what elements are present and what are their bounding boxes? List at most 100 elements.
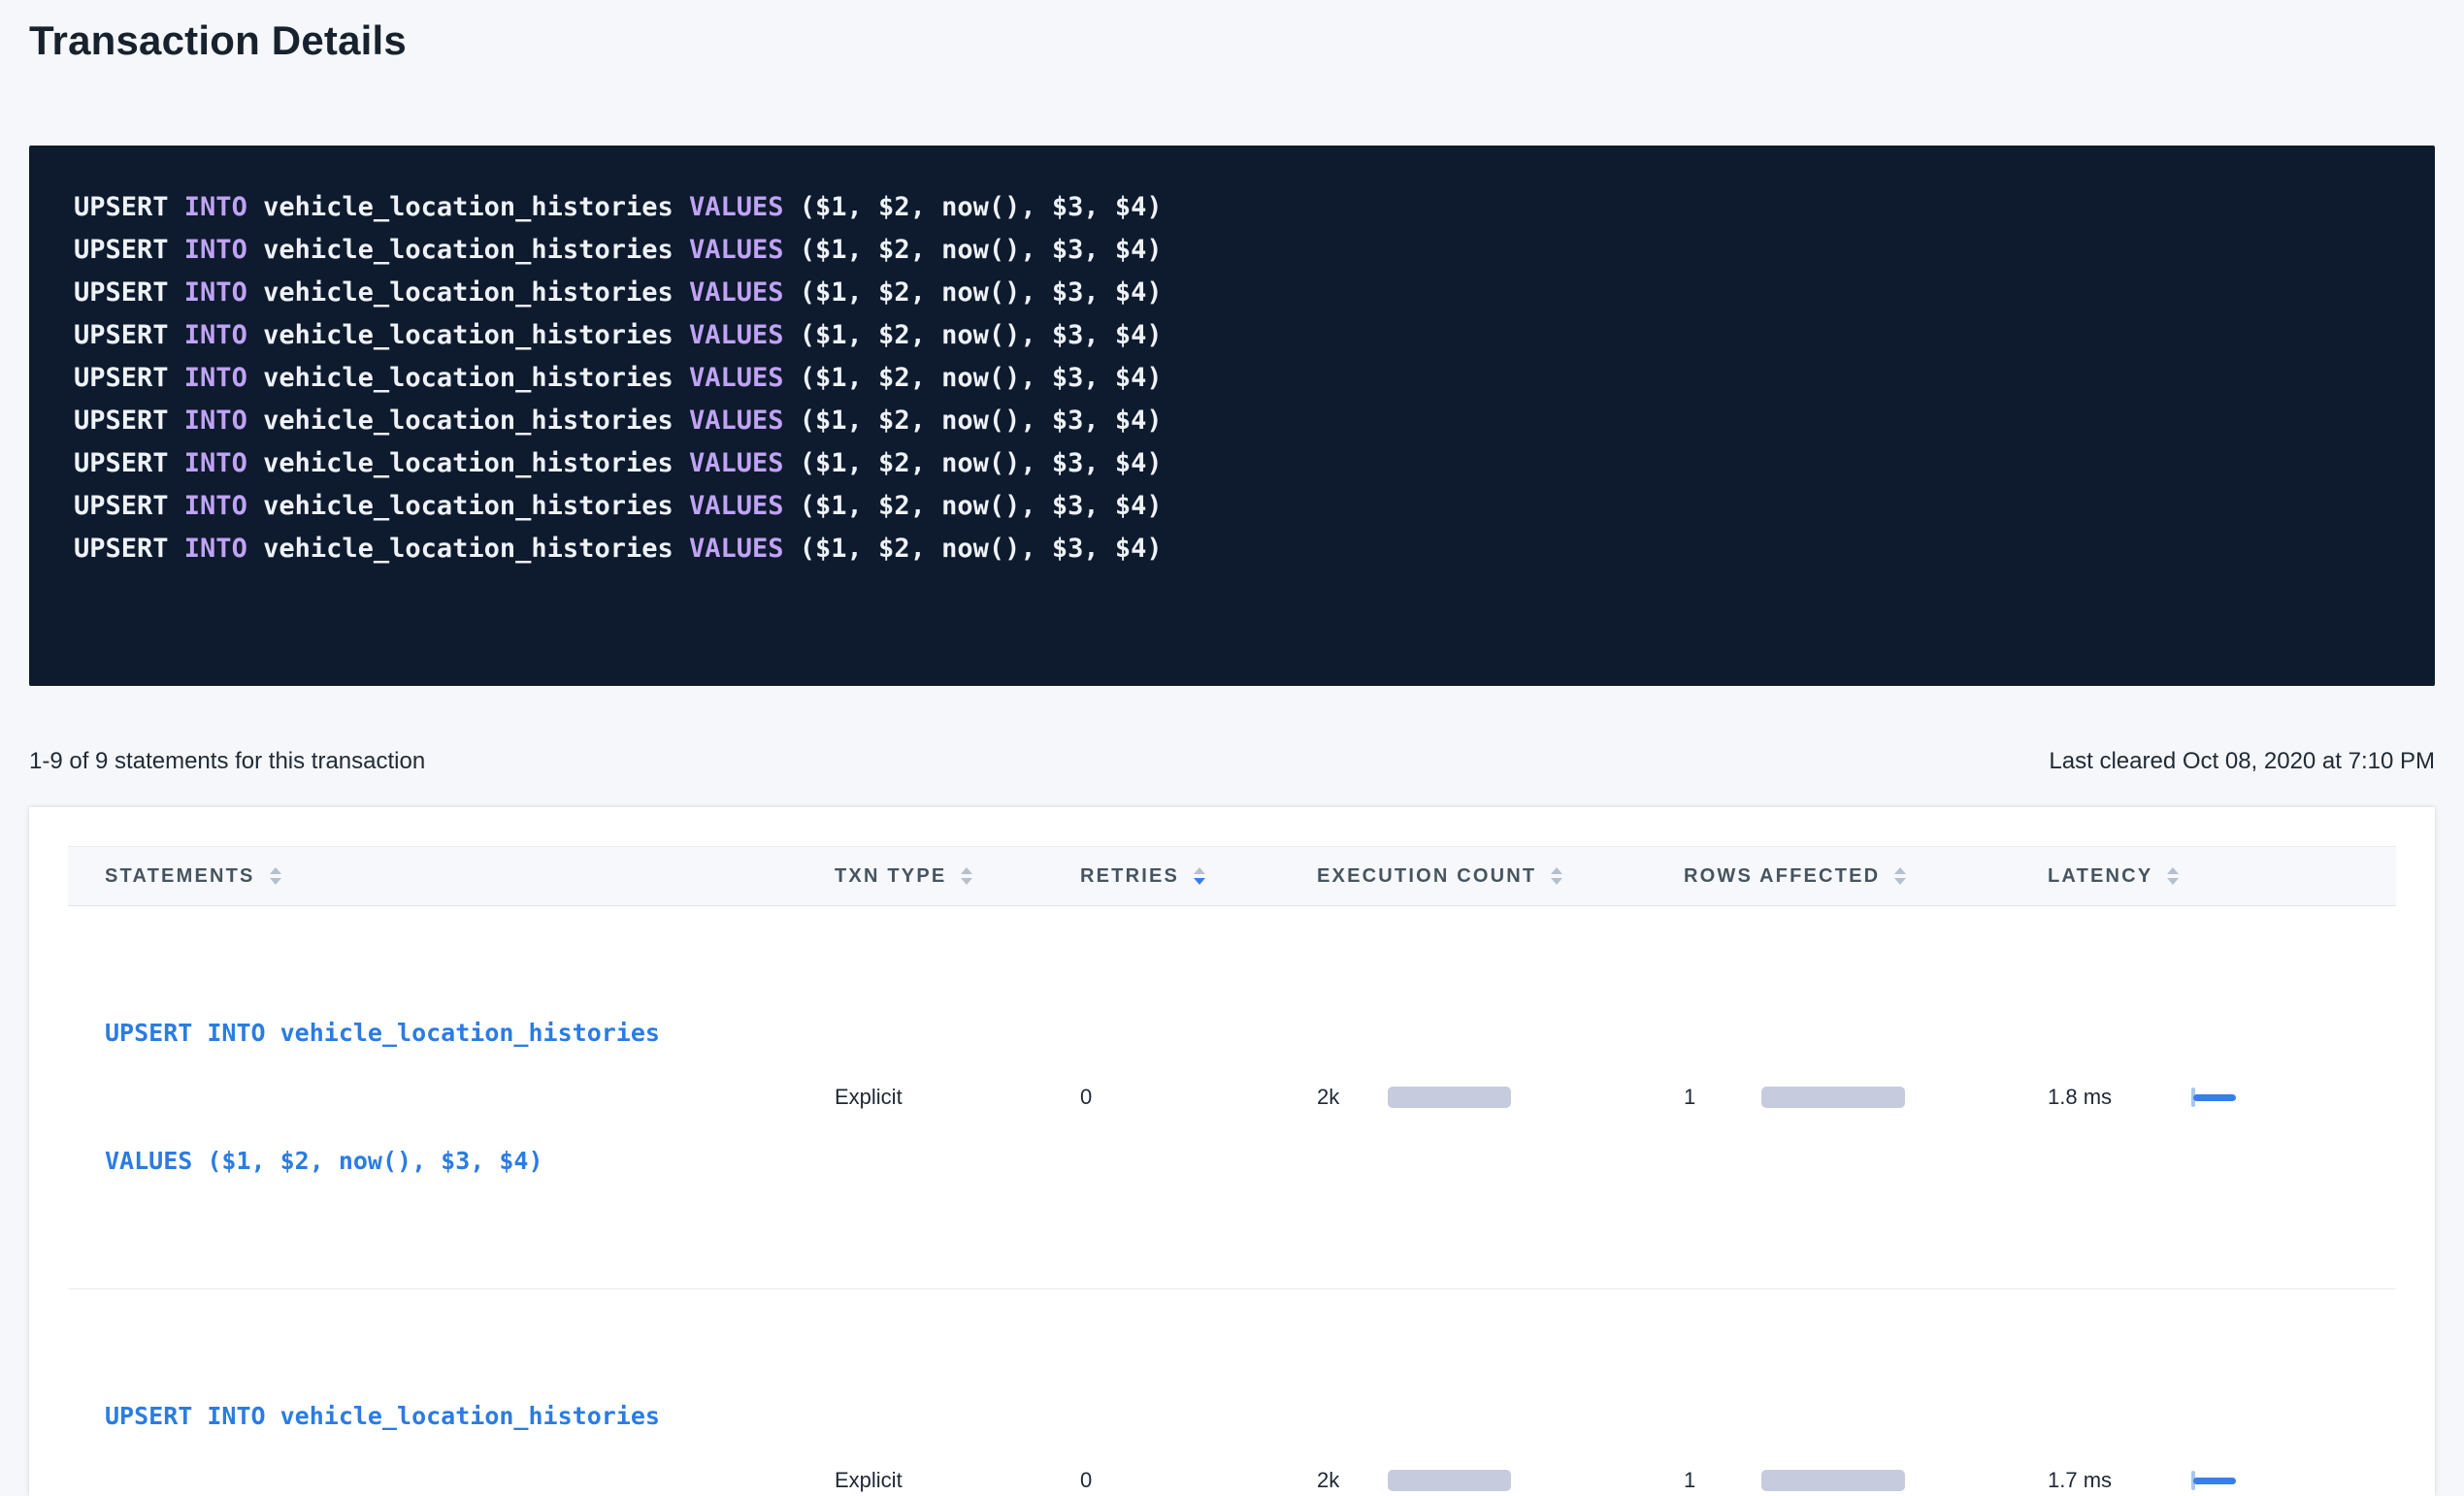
sort-arrows-icon[interactable] <box>1194 867 1205 885</box>
column-header[interactable]: EXECUTION COUNT <box>1317 865 1684 888</box>
txn-type-cell: Explicit <box>835 1085 1080 1110</box>
statement-link-line1: UPSERT INTO vehicle_location_histories <box>105 1012 835 1055</box>
table-row: UPSERT INTO vehicle_location_histories V… <box>68 1289 2396 1496</box>
retries-cell: 0 <box>1080 1468 1317 1493</box>
sql-keyword-upsert: UPSERT <box>74 192 184 222</box>
sql-keyword-values: VALUES <box>689 534 800 564</box>
sql-statement-line: UPSERT INTO vehicle_location_histories V… <box>74 229 2390 272</box>
column-header[interactable]: ROWS AFFECTED <box>1684 865 2048 888</box>
rows-affected-cell: 1 <box>1684 1468 2048 1493</box>
sql-keyword-into: INTO <box>184 363 263 393</box>
sql-params: ($1, $2, now(), $3, $4) <box>800 277 1163 308</box>
statements-table-card: STATEMENTS TXN TYPE RETRIES EXECUTI <box>29 807 2435 1496</box>
sql-keyword-into: INTO <box>184 534 263 564</box>
column-header-label: LATENCY <box>2048 865 2152 888</box>
rows-affected-bar <box>1761 1087 1905 1108</box>
sort-arrows-icon[interactable] <box>2167 867 2179 885</box>
sql-table-name: vehicle_location_histories <box>263 277 689 308</box>
sql-statement-line: UPSERT INTO vehicle_location_histories V… <box>74 400 2390 442</box>
latency-cell: 1.8 ms <box>2048 1085 2396 1110</box>
sql-keyword-values: VALUES <box>689 363 800 393</box>
column-header-label: RETRIES <box>1080 865 1179 888</box>
sql-keyword-upsert: UPSERT <box>74 235 184 265</box>
sql-statement-line: UPSERT INTO vehicle_location_histories V… <box>74 186 2390 229</box>
sql-keyword-values: VALUES <box>689 277 800 308</box>
sort-arrows-icon[interactable] <box>1894 867 1906 885</box>
sql-params: ($1, $2, now(), $3, $4) <box>800 491 1163 521</box>
sort-asc-icon <box>270 867 281 874</box>
page-title: Transaction Details <box>29 16 2435 66</box>
statement-link[interactable]: UPSERT INTO vehicle_location_histories V… <box>105 1310 835 1496</box>
transaction-details-page: Transaction Details UPSERT INTO vehicle_… <box>0 0 2464 1496</box>
sql-params: ($1, $2, now(), $3, $4) <box>800 363 1163 393</box>
statement-link[interactable]: UPSERT INTO vehicle_location_histories V… <box>105 927 835 1268</box>
statements-count-text: 1-9 of 9 statements for this transaction <box>29 748 425 775</box>
statement-link-line1: UPSERT INTO vehicle_location_histories <box>105 1395 835 1438</box>
summary-row: 1-9 of 9 statements for this transaction… <box>29 748 2435 775</box>
statements-table: UPSERT INTO vehicle_location_histories V… <box>68 906 2396 1496</box>
sql-params: ($1, $2, now(), $3, $4) <box>800 534 1163 564</box>
sql-keyword-into: INTO <box>184 320 263 350</box>
sql-params: ($1, $2, now(), $3, $4) <box>800 192 1163 222</box>
sql-table-name: vehicle_location_histories <box>263 363 689 393</box>
sql-table-name: vehicle_location_histories <box>263 491 689 521</box>
sort-desc-icon <box>1894 878 1906 885</box>
statement-cell: UPSERT INTO vehicle_location_histories V… <box>105 927 835 1268</box>
execution-count-bar <box>1388 1470 1511 1491</box>
sort-arrows-icon[interactable] <box>270 867 281 885</box>
latency-value: 1.8 ms <box>2048 1085 2191 1110</box>
column-header[interactable]: LATENCY <box>2048 865 2396 888</box>
execution-count-bar <box>1388 1087 1511 1108</box>
sql-statement-line: UPSERT INTO vehicle_location_histories V… <box>74 485 2390 528</box>
rows-affected-value: 1 <box>1684 1468 1761 1493</box>
execution-count-cell: 2k <box>1317 1468 1684 1493</box>
sql-statement-line: UPSERT INTO vehicle_location_histories V… <box>74 442 2390 485</box>
column-header[interactable]: STATEMENTS <box>105 865 835 888</box>
column-header[interactable]: TXN TYPE <box>835 865 1080 888</box>
sql-params: ($1, $2, now(), $3, $4) <box>800 448 1163 478</box>
sort-desc-icon <box>2167 878 2179 885</box>
sql-table-name: vehicle_location_histories <box>263 192 689 222</box>
sql-params: ($1, $2, now(), $3, $4) <box>800 320 1163 350</box>
txn-type-cell: Explicit <box>835 1468 1080 1493</box>
sort-asc-icon <box>1551 867 1562 874</box>
sql-keyword-into: INTO <box>184 491 263 521</box>
table-row: UPSERT INTO vehicle_location_histories V… <box>68 906 2396 1289</box>
sql-statement-line: UPSERT INTO vehicle_location_histories V… <box>74 357 2390 400</box>
sort-asc-icon <box>2167 867 2179 874</box>
sql-table-name: vehicle_location_histories <box>263 448 689 478</box>
sql-table-name: vehicle_location_histories <box>263 235 689 265</box>
rows-affected-bar <box>1761 1470 1905 1491</box>
latency-cell: 1.7 ms <box>2048 1468 2396 1493</box>
latency-bar-icon <box>2193 1094 2236 1101</box>
sort-asc-icon <box>1894 867 1906 874</box>
sort-asc-icon <box>1194 867 1205 874</box>
sql-keyword-into: INTO <box>184 277 263 308</box>
execution-count-value: 2k <box>1317 1468 1388 1493</box>
sql-table-name: vehicle_location_histories <box>263 534 689 564</box>
sql-keyword-upsert: UPSERT <box>74 448 184 478</box>
rows-affected-value: 1 <box>1684 1085 1761 1110</box>
sql-keyword-values: VALUES <box>689 491 800 521</box>
statement-cell: UPSERT INTO vehicle_location_histories V… <box>105 1310 835 1496</box>
sql-keyword-values: VALUES <box>689 235 800 265</box>
sql-keyword-upsert: UPSERT <box>74 320 184 350</box>
sort-arrows-icon[interactable] <box>961 867 972 885</box>
sql-keyword-upsert: UPSERT <box>74 406 184 436</box>
sql-params: ($1, $2, now(), $3, $4) <box>800 235 1163 265</box>
sql-keyword-values: VALUES <box>689 320 800 350</box>
sort-arrows-icon[interactable] <box>1551 867 1562 885</box>
sql-keyword-upsert: UPSERT <box>74 363 184 393</box>
retries-cell: 0 <box>1080 1085 1317 1110</box>
sql-statement-line: UPSERT INTO vehicle_location_histories V… <box>74 528 2390 570</box>
column-header-label: STATEMENTS <box>105 865 255 888</box>
sql-table-name: vehicle_location_histories <box>263 406 689 436</box>
sql-keyword-into: INTO <box>184 192 263 222</box>
latency-bar-chart <box>2191 1086 2250 1109</box>
latency-value: 1.7 ms <box>2048 1468 2191 1493</box>
column-header[interactable]: RETRIES <box>1080 865 1317 888</box>
last-cleared-text: Last cleared Oct 08, 2020 at 7:10 PM <box>2049 748 2435 775</box>
sort-asc-icon <box>961 867 972 874</box>
sort-desc-icon <box>270 878 281 885</box>
sql-keyword-values: VALUES <box>689 406 800 436</box>
